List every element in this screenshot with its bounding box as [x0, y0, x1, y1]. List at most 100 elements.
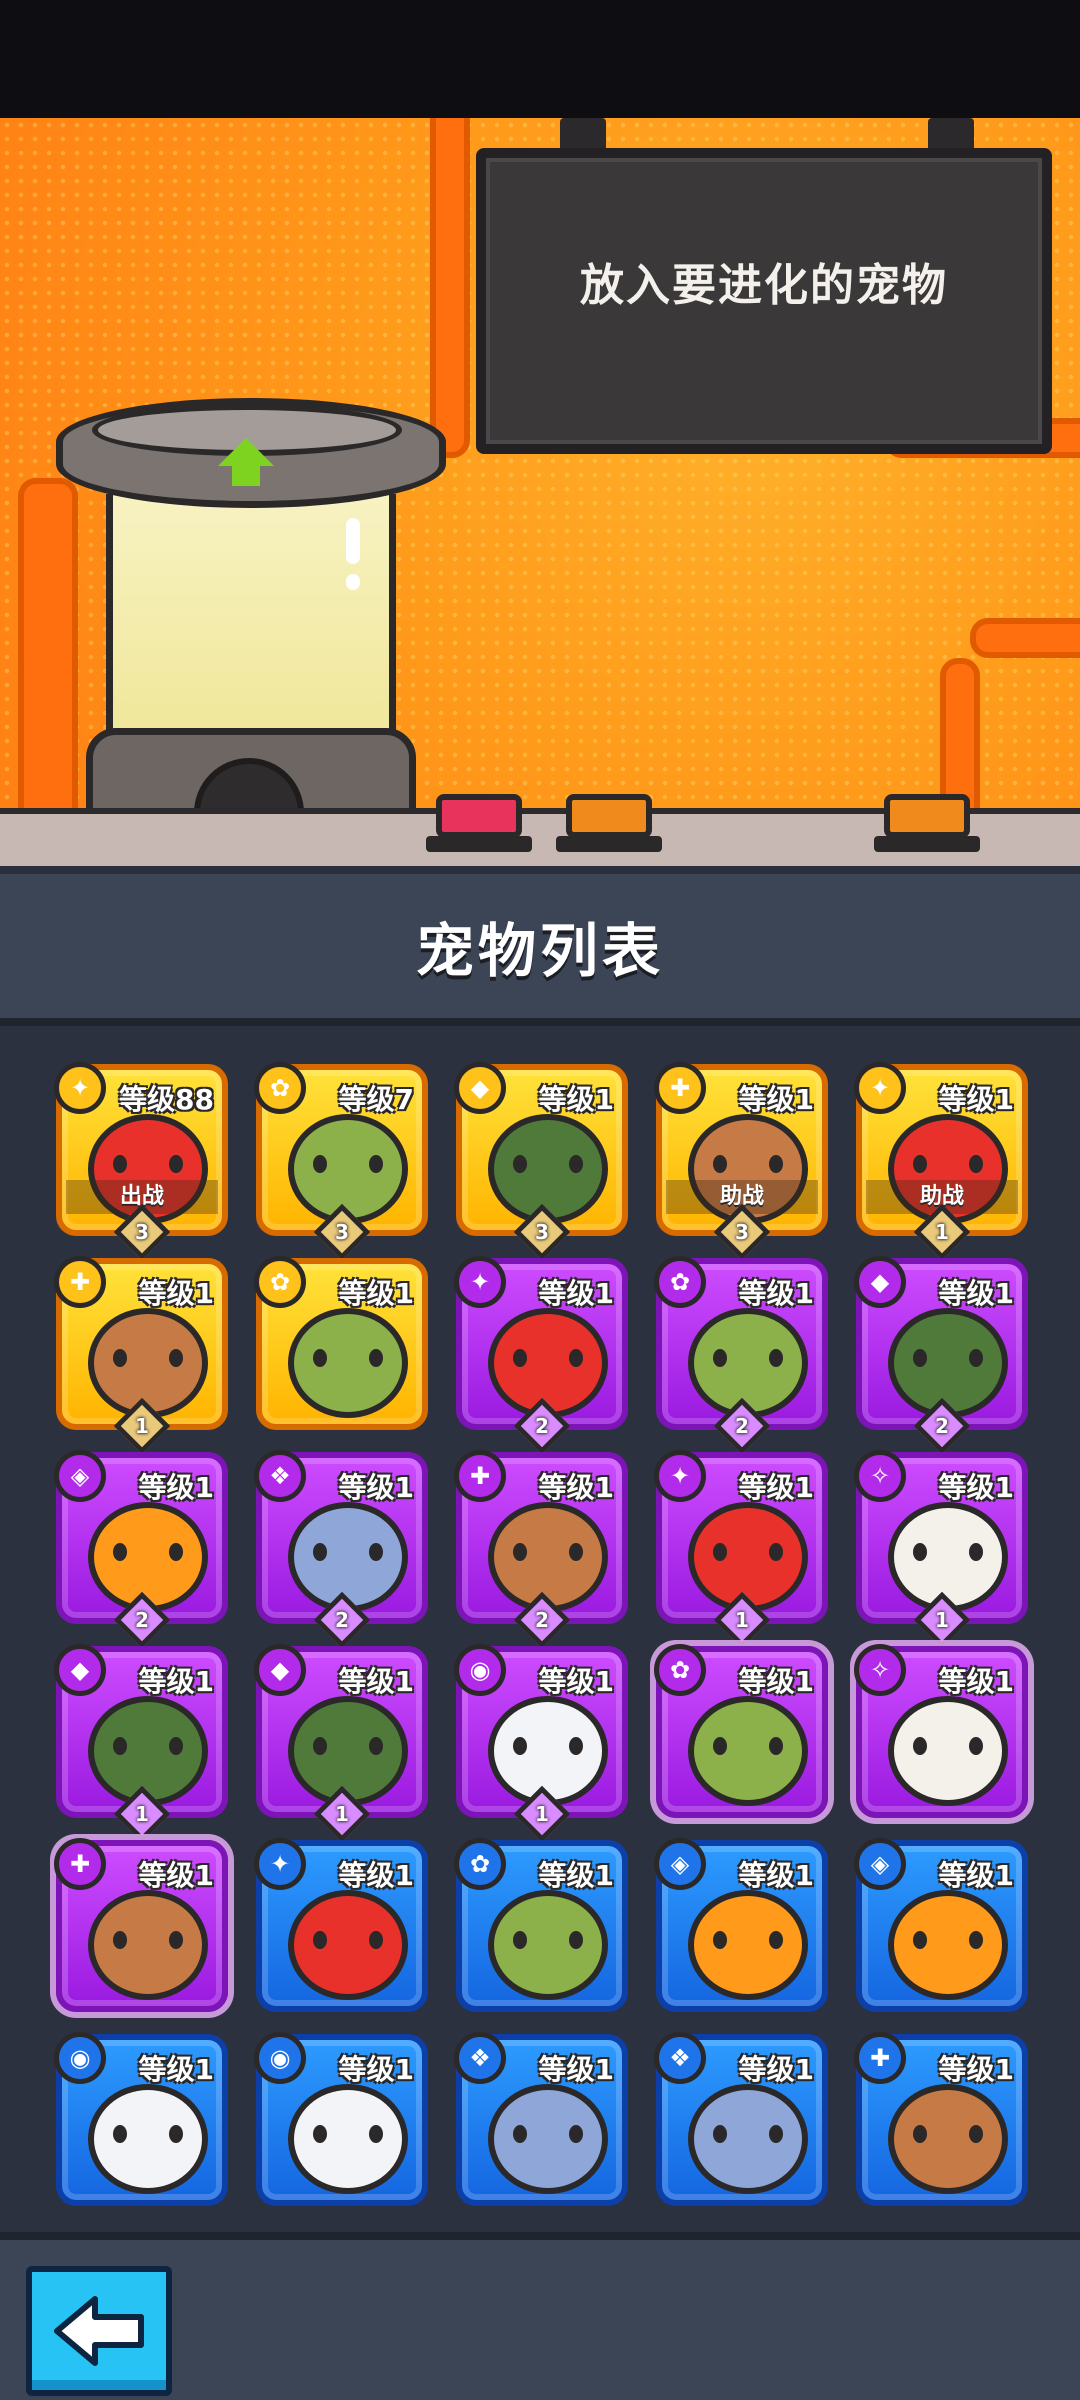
pet-card[interactable]: ✿ 等级1: [654, 1644, 828, 1818]
fish-type-icon: ◈: [54, 1450, 106, 1502]
pet-card[interactable]: ✦ 等级1 2: [454, 1256, 628, 1455]
pet-level: 等级1: [538, 1083, 614, 1116]
pet-level: 等级1: [538, 1665, 614, 1698]
pet-card[interactable]: ◈ 等级1 2: [54, 1450, 228, 1649]
pet-level: 等级1: [138, 1859, 214, 1892]
pet-star-count: 3: [535, 1219, 549, 1244]
evolve-prompt-text: 放入要进化的宠物: [580, 260, 948, 311]
dog-pet-icon: [488, 1502, 608, 1612]
pet-card[interactable]: ◉ 等级1 1: [454, 1644, 628, 1843]
pet-level: 等级1: [938, 1859, 1014, 1892]
turtle-type-icon: ◆: [454, 1062, 506, 1114]
pet-level: 等级1: [938, 1665, 1014, 1698]
pet-level: 等级1: [538, 1859, 614, 1892]
pet-star-count: 2: [535, 1413, 549, 1438]
crab-type-icon: ✦: [654, 1450, 706, 1502]
pet-star-count: 2: [935, 1413, 949, 1438]
up-arrow-icon: [218, 438, 274, 466]
pet-card[interactable]: ✧ 等级1 1: [854, 1450, 1028, 1649]
pet-star-count: 1: [935, 1607, 949, 1632]
pet-level: 等级1: [138, 1665, 214, 1698]
dog-type-icon: ✚: [54, 1256, 106, 1308]
cat-type-icon: ❖: [254, 1450, 306, 1502]
cat-type-icon: ❖: [454, 2032, 506, 2084]
pet-star-count: 3: [735, 1219, 749, 1244]
crab-pet-icon: [488, 1308, 608, 1418]
pet-card[interactable]: ✚ 等级1 2: [454, 1450, 628, 1649]
cat-pet-icon: [688, 2084, 808, 2194]
pet-level: 等级1: [738, 1471, 814, 1504]
dog-type-icon: ✚: [854, 2032, 906, 2084]
pet-card[interactable]: ✦ 等级1 助战 1: [854, 1062, 1028, 1261]
fish-pet-icon: [88, 1502, 208, 1612]
pet-level: 等级1: [738, 1277, 814, 1310]
pet-card[interactable]: ✦ 等级1: [254, 1838, 428, 2012]
dog-pet-icon: [88, 1308, 208, 1418]
frog-pet-icon: [288, 1308, 408, 1418]
pet-level: 等级1: [138, 1471, 214, 1504]
evolution-capsule[interactable]: [56, 398, 446, 838]
pet-level: 等级1: [538, 1471, 614, 1504]
pet-card[interactable]: ❖ 等级1: [654, 2032, 828, 2206]
pet-list-panel: ✦ 等级88 出战 3 ✿ 等级7 3 ◆ 等级1 3 ✚ 等级1 助战 3 ✦ 等级1 助战 1 ✚ 等级1 1 ✿ 等级…: [0, 1026, 1080, 2232]
pet-star-count: 1: [135, 1413, 149, 1438]
crab-type-icon: ✦: [454, 1256, 506, 1308]
back-button[interactable]: [26, 2266, 172, 2396]
pipe: [970, 618, 1080, 658]
pet-card[interactable]: ✚ 等级1 助战 3: [654, 1062, 828, 1261]
pet-level: 等级1: [138, 2053, 214, 2086]
frog-type-icon: ✿: [654, 1256, 706, 1308]
robot-pet-icon: [88, 2084, 208, 2194]
pet-card[interactable]: ◆ 等级1 1: [254, 1644, 428, 1843]
frog-pet-icon: [288, 1114, 408, 1224]
pet-card[interactable]: ✚ 等级1 1: [54, 1256, 228, 1455]
pet-level: 等级1: [938, 1277, 1014, 1310]
evolve-prompt-board: 放入要进化的宠物: [476, 148, 1052, 454]
pet-card[interactable]: ✧ 等级1: [854, 1644, 1028, 1818]
dog-pet-icon: [888, 2084, 1008, 2194]
pet-card[interactable]: ✦ 等级88 出战 3: [54, 1062, 228, 1261]
pet-card[interactable]: ❖ 等级1 2: [254, 1450, 428, 1649]
dog-type-icon: ✚: [654, 1062, 706, 1114]
eagle-pet-icon: [888, 1696, 1008, 1806]
crab-pet-icon: [288, 1890, 408, 2000]
pet-card[interactable]: ◉ 等级1: [54, 2032, 228, 2206]
pet-card[interactable]: ✿ 等级1: [254, 1256, 428, 1430]
pet-card[interactable]: ◉ 等级1: [254, 2032, 428, 2206]
turtle-pet-icon: [888, 1308, 1008, 1418]
pet-grid: ✦ 等级88 出战 3 ✿ 等级7 3 ◆ 等级1 3 ✚ 等级1 助战 3 ✦ 等级1 助战 1 ✚ 等级1 1 ✿ 等级…: [54, 1062, 1036, 2206]
robot-pet-icon: [488, 1696, 608, 1806]
pet-card[interactable]: ❖ 等级1: [454, 2032, 628, 2206]
pet-card[interactable]: ◆ 等级1 3: [454, 1062, 628, 1261]
frog-pet-icon: [688, 1308, 808, 1418]
eagle-type-icon: ✧: [854, 1644, 906, 1696]
pet-level: 等级1: [938, 1471, 1014, 1504]
pet-card[interactable]: ✿ 等级1: [454, 1838, 628, 2012]
pet-card[interactable]: ◆ 等级1 1: [54, 1644, 228, 1843]
pet-card[interactable]: ◆ 等级1 2: [854, 1256, 1028, 1455]
pet-star-count: 1: [535, 1801, 549, 1826]
pet-level: 等级1: [338, 1277, 414, 1310]
fish-type-icon: ◈: [654, 1838, 706, 1890]
floor-button-orange: [874, 794, 980, 852]
pet-card[interactable]: ◈ 等级1: [854, 1838, 1028, 2012]
pet-star-count: 3: [135, 1219, 149, 1244]
pet-card[interactable]: ✿ 等级1 2: [654, 1256, 828, 1455]
pet-card[interactable]: ◈ 等级1: [654, 1838, 828, 2012]
turtle-type-icon: ◆: [854, 1256, 906, 1308]
pet-list-title: 宠物列表: [415, 917, 664, 985]
cat-type-icon: ❖: [654, 2032, 706, 2084]
pet-star-count: 3: [335, 1219, 349, 1244]
pet-card[interactable]: ✚ 等级1: [854, 2032, 1028, 2206]
fish-pet-icon: [688, 1890, 808, 2000]
pet-level: 等级88: [119, 1083, 214, 1116]
pet-star-count: 1: [735, 1607, 749, 1632]
back-arrow-icon: [54, 2296, 144, 2366]
pet-card[interactable]: ✦ 等级1 1: [654, 1450, 828, 1649]
pet-star-count: 1: [935, 1219, 949, 1244]
pet-card[interactable]: ✚ 等级1: [54, 1838, 228, 2012]
pet-star-count: 2: [535, 1607, 549, 1632]
pet-card[interactable]: ✿ 等级7 3: [254, 1062, 428, 1261]
pet-level: 等级1: [538, 1277, 614, 1310]
pet-level: 等级1: [338, 2053, 414, 2086]
